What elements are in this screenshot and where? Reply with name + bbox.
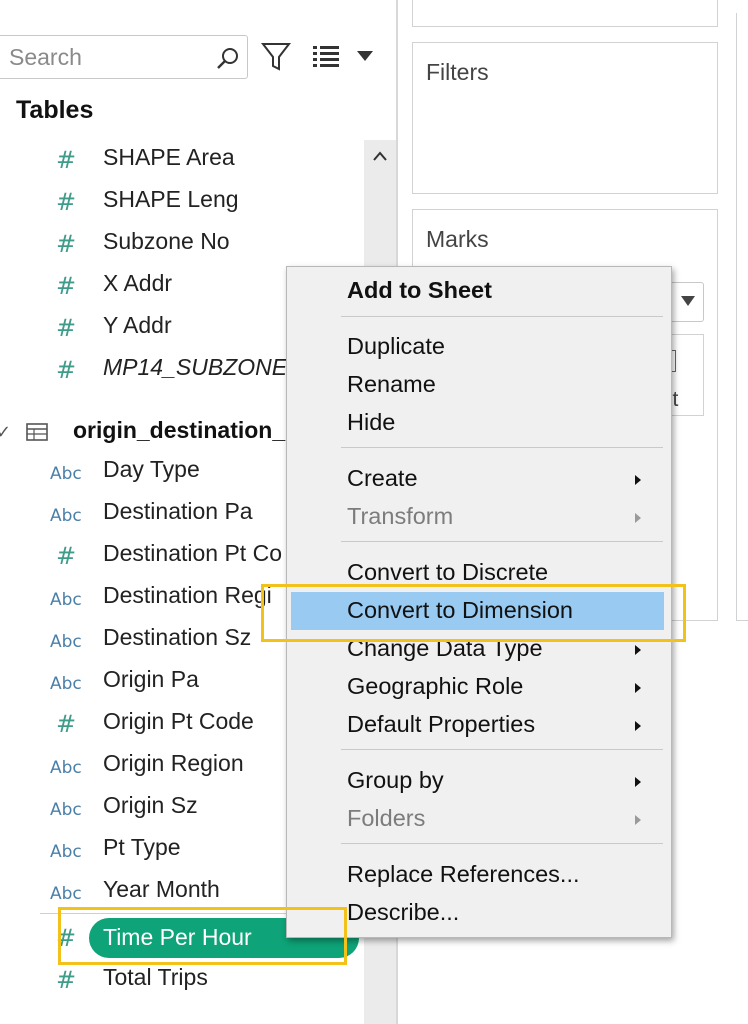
field-label: Origin Pt Code [103, 708, 254, 734]
field-label: SHAPE Area [103, 144, 235, 170]
field-label: Destination Pt Co [103, 540, 282, 566]
menu-item-convert-to-discrete[interactable]: Convert to Discrete [347, 559, 548, 586]
dimension-abc-icon: Abc [50, 464, 82, 484]
field-label: Destination Pa [103, 498, 253, 524]
measure-hash-icon: # [56, 146, 77, 174]
dimension-abc-icon: Abc [50, 758, 82, 778]
measure-hash-icon: # [56, 272, 77, 300]
search-icon[interactable] [215, 45, 241, 71]
field-label: X Addr [103, 270, 173, 296]
dimension-abc-icon: Abc [50, 800, 82, 820]
dimension-abc-icon: Abc [50, 674, 82, 694]
filter-icon[interactable] [260, 40, 292, 74]
measure-hash-icon: # [56, 230, 77, 258]
dimension-abc-icon: Abc [50, 884, 82, 904]
expand-checkmark-icon[interactable]: ✓ [0, 422, 11, 442]
menu-item-rename[interactable]: Rename [347, 371, 436, 398]
measure-hash-icon: # [56, 356, 77, 384]
scroll-up-icon[interactable] [372, 150, 388, 162]
measure-hash-icon: # [56, 542, 77, 570]
menu-item-duplicate[interactable]: Duplicate [347, 333, 445, 360]
filters-title: Filters [426, 59, 489, 85]
field-label: Total Trips [103, 964, 208, 990]
field-label: Pt Type [103, 834, 181, 860]
field-label: Origin Pa [103, 666, 199, 692]
measure-hash-icon: # [56, 710, 77, 738]
dimension-abc-icon: Abc [50, 632, 82, 652]
field-label: Subzone No [103, 228, 230, 254]
field-label: Origin Region [103, 750, 244, 776]
menu-item-default-properties[interactable]: Default Properties [347, 711, 535, 738]
menu-item-create[interactable]: Create [347, 465, 418, 492]
measure-hash-icon: # [56, 314, 77, 342]
submenu-arrow-icon [635, 513, 641, 523]
field-label: Day Type [103, 456, 200, 482]
field-label: Y Addr [103, 312, 172, 338]
field-label: Origin Sz [103, 792, 198, 818]
menu-item-group-by[interactable]: Group by [347, 767, 444, 794]
field-row-shape-leng[interactable]: # SHAPE Leng [40, 182, 370, 222]
menu-item-transform: Transform [347, 503, 454, 529]
dimension-abc-icon: Abc [50, 590, 82, 610]
marks-title: Marks [426, 226, 489, 252]
menu-item-replace-references[interactable]: Replace References... [347, 861, 580, 888]
dimension-abc-icon: Abc [50, 506, 82, 526]
menu-separator [341, 447, 663, 448]
submenu-arrow-icon [635, 815, 641, 825]
menu-item-geographic-role[interactable]: Geographic Role [347, 673, 523, 700]
submenu-arrow-icon [635, 777, 641, 787]
submenu-arrow-icon [635, 721, 641, 731]
menu-item-describe[interactable]: Describe... [347, 899, 459, 926]
field-label: SHAPE Leng [103, 186, 239, 212]
field-row-subzone-no[interactable]: # Subzone No [40, 224, 370, 264]
field-label: Destination Regi [103, 582, 272, 608]
field-label: Destination Sz [103, 624, 252, 650]
callout-convert-to-dimension [261, 584, 686, 642]
pages-shelf[interactable] [412, 0, 718, 27]
menu-separator [341, 749, 663, 750]
tables-heading: Tables [16, 96, 94, 124]
dimension-abc-icon: Abc [50, 842, 82, 862]
menu-item-add-to-sheet[interactable]: Add to Sheet [347, 277, 492, 304]
menu-item-hide[interactable]: Hide [347, 409, 395, 436]
field-label: Year Month [103, 876, 220, 902]
submenu-arrow-icon [635, 475, 641, 485]
filters-shelf[interactable]: Filters [412, 42, 718, 194]
datasource-name: origin_destination_ [73, 417, 286, 443]
list-view-icon[interactable] [312, 44, 340, 68]
field-row-total-trips[interactable]: # Total Trips [40, 960, 370, 1000]
measure-hash-icon: # [56, 188, 77, 216]
menu-item-folders: Folders [347, 805, 426, 831]
field-row-shape-area[interactable]: # SHAPE Area [40, 140, 370, 180]
chevron-down-icon[interactable] [680, 295, 696, 307]
chevron-down-icon[interactable] [356, 50, 374, 62]
field-label: MP14_SUBZONE [103, 354, 288, 380]
menu-separator [341, 316, 663, 317]
submenu-arrow-icon [635, 683, 641, 693]
callout-time-per-hour [58, 907, 347, 965]
shelf-edge [736, 13, 748, 621]
table-icon [26, 423, 48, 441]
measure-hash-icon: # [56, 966, 77, 994]
menu-separator [341, 541, 663, 542]
menu-separator [341, 843, 663, 844]
search-input[interactable] [9, 42, 209, 72]
search-box[interactable] [0, 35, 248, 79]
submenu-arrow-icon [635, 645, 641, 655]
